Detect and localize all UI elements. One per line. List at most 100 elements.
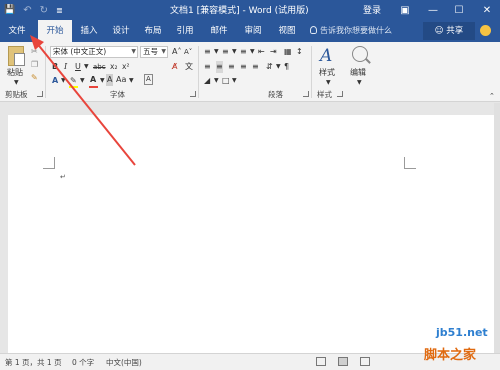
cut-icon[interactable]: ✂ [31,46,38,58]
document-page[interactable]: ↵ [8,115,494,353]
underline-button[interactable]: U [75,61,81,73]
save-icon[interactable]: 💾 [4,5,15,15]
bold-button[interactable]: B [52,61,58,73]
close-button[interactable]: ✕ [474,0,500,20]
tell-me-box[interactable]: 告诉我你想要做什么 [310,20,392,42]
borders-icon[interactable]: □ [222,75,230,87]
phonetic-guide-icon[interactable]: 文 [185,61,193,73]
change-case-dropdown-icon[interactable]: ▼ [129,75,134,87]
styles-icon[interactable]: A [320,46,338,66]
borders-dropdown-icon[interactable]: ▼ [232,75,237,87]
font-size-select[interactable]: 五号 ▼ [140,46,168,58]
paste-icon[interactable] [8,46,25,66]
underline-dropdown-icon[interactable]: ▼ [84,61,89,73]
undo-icon[interactable]: ↶ [23,5,31,16]
maximize-button[interactable]: ☐ [446,0,472,20]
justify-icon[interactable]: ≡ [240,61,247,73]
paragraph-dialog-launcher[interactable] [303,91,309,97]
grow-font-icon[interactable]: A˄ [172,46,181,58]
copy-icon[interactable]: ❐ [31,59,38,71]
collapse-ribbon-icon[interactable]: ⌃ [489,90,495,102]
line-spacing-dropdown-icon[interactable]: ▼ [276,61,281,73]
enclose-characters-icon[interactable]: A [144,74,153,85]
share-label: 共享 [446,26,464,36]
crop-mark-right [404,157,416,169]
superscript-button[interactable]: x² [122,61,129,73]
styles-dialog-launcher[interactable] [337,91,343,97]
tab-file[interactable]: 文件 [0,20,34,42]
subscript-button[interactable]: x₂ [110,61,117,73]
tab-mailings[interactable]: 邮件 [204,20,234,42]
italic-button[interactable]: I [64,61,67,73]
feedback-smiley-icon[interactable] [480,25,491,36]
tab-references[interactable]: 引用 [170,20,200,42]
read-mode-icon[interactable] [316,357,326,366]
person-icon: ☺ [434,26,444,36]
line-spacing-icon[interactable]: ⇵ [266,61,273,73]
vertical-scrollbar[interactable] [494,103,500,353]
chevron-down-icon: ▼ [161,48,166,55]
show-marks-icon[interactable]: ¶ [284,61,289,73]
clipboard-group-label: 剪贴板 [5,90,28,99]
shading-dropdown-icon[interactable]: ▼ [214,75,219,87]
tab-review[interactable]: 审阅 [238,20,268,42]
share-button[interactable]: ☺ 共享 [423,22,475,40]
shading-icon[interactable]: ◢ [204,75,210,87]
numbering-icon[interactable]: ≡ [222,46,229,58]
ribbon-home: 粘贴 ▼ ✂ ❐ ✎ 剪贴板 宋体 (中文正文) ▼ 五号 ▼ A˄ A˅ A̸… [0,42,500,102]
align-left-icon[interactable]: ≡ [204,61,211,73]
align-center-icon[interactable]: ≡ [216,61,223,73]
bullets-dropdown-icon[interactable]: ▼ [214,46,219,58]
paste-dropdown-icon[interactable]: ▼ [14,77,19,89]
word-count[interactable]: 0 个字 [72,357,94,368]
multilevel-list-icon[interactable]: ≡ [240,46,247,58]
multilevel-dropdown-icon[interactable]: ▼ [250,46,255,58]
redo-icon[interactable]: ↻ [40,5,48,16]
group-separator [198,46,199,98]
tab-design[interactable]: 设计 [106,20,136,42]
align-right-icon[interactable]: ≡ [228,61,235,73]
language-indicator[interactable]: 中文(中国) [106,357,142,368]
tab-insert[interactable]: 插入 [74,20,104,42]
print-layout-icon[interactable] [338,357,348,366]
font-color-icon[interactable]: A [90,74,96,86]
customize-toolbar-icon[interactable]: ≣ [56,6,63,15]
paragraph-mark: ↵ [60,173,66,181]
distributed-icon[interactable]: ≡ [252,61,259,73]
lightbulb-icon [310,26,317,34]
editing-dropdown-icon[interactable]: ▼ [357,77,362,89]
font-dialog-launcher[interactable] [190,91,196,97]
text-effects-icon[interactable]: A [52,75,58,87]
tab-layout[interactable]: 布局 [138,20,168,42]
title-bar: 💾 ↶ ↻ ≣ 文档1 [兼容模式] - Word (试用版) 登录 ▣ — ☐… [0,0,500,20]
highlight-color-bar [69,86,78,88]
clear-formatting-icon[interactable]: A̸ [172,61,177,73]
chinese-layout-icon[interactable]: ▦ [284,46,292,58]
sort-icon[interactable]: ↕ [296,46,303,58]
web-layout-icon[interactable] [360,357,370,366]
highlight-dropdown-icon[interactable]: ▼ [80,75,85,87]
decrease-indent-icon[interactable]: ⇤ [258,46,265,58]
text-effects-dropdown-icon[interactable]: ▼ [61,75,66,87]
find-magnifier-icon[interactable] [352,46,368,62]
page-count[interactable]: 第 1 页，共 1 页 [5,357,62,368]
ribbon-display-options-icon[interactable]: ▣ [392,0,418,20]
numbering-dropdown-icon[interactable]: ▼ [232,46,237,58]
character-shading-icon[interactable]: A [106,74,114,86]
font-color-dropdown-icon[interactable]: ▼ [100,75,105,87]
strikethrough-button[interactable]: abc [93,61,106,73]
change-case-icon[interactable]: Aa [116,74,126,86]
clipboard-dialog-launcher[interactable] [37,91,43,97]
styles-dropdown-icon[interactable]: ▼ [326,77,331,89]
shrink-font-icon[interactable]: A˅ [184,46,192,58]
increase-indent-icon[interactable]: ⇥ [270,46,277,58]
minimize-button[interactable]: — [420,0,446,20]
bullets-icon[interactable]: ≡ [204,46,211,58]
tab-view[interactable]: 视图 [272,20,302,42]
tab-home[interactable]: 开始 [38,20,72,42]
font-name-select[interactable]: 宋体 (中文正文) ▼ [50,46,138,58]
format-painter-icon[interactable]: ✎ [31,72,38,84]
font-name-value: 宋体 (中文正文) [53,47,107,56]
login-link[interactable]: 登录 [363,3,381,16]
window-title: 文档1 [兼容模式] - Word (试用版) [170,6,309,16]
